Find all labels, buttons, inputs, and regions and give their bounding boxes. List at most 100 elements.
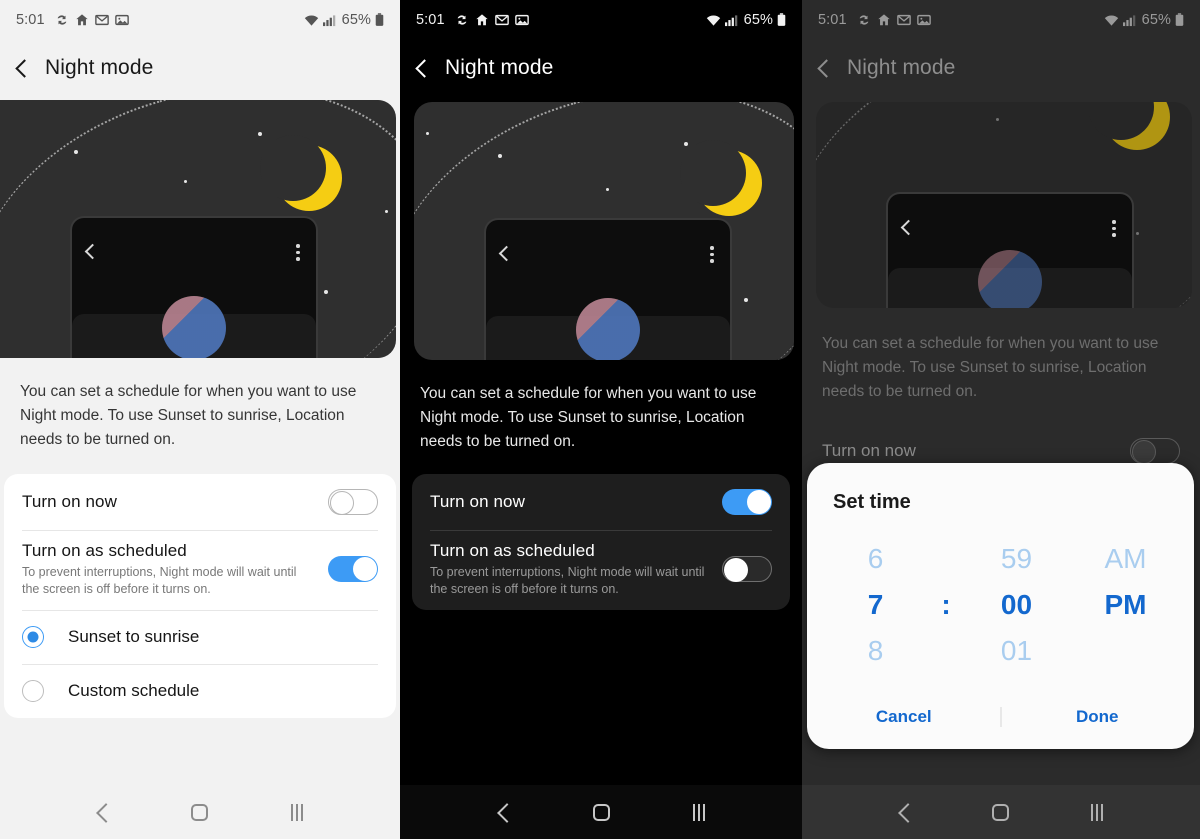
phone-screen-light: 5:01 65% Night mode You can set a schedu… [0,0,400,839]
row-turn-on-as-scheduled[interactable]: Turn on as scheduled To prevent interrup… [412,531,790,610]
phone-screen-set-time: 5:01 65% Night mode You can set a schedu… [802,0,1200,839]
row-title: Turn on as scheduled [430,541,595,561]
star-dot [184,180,187,183]
navigation-bar [0,785,400,839]
minute-column[interactable]: 59 00 01 [962,543,1071,667]
radio-button-selected[interactable] [22,626,44,649]
hour-selected[interactable]: 7 [868,589,884,620]
option-sunset-to-sunrise[interactable]: Sunset to sunrise [4,611,396,664]
action-divider [1000,706,1001,727]
minute-previous[interactable]: 59 [1001,543,1032,574]
cancel-button[interactable]: Cancel [807,707,1001,727]
toggle-turn-on-as-scheduled[interactable] [722,556,772,583]
crescent-moon-icon [680,140,762,216]
minute-selected[interactable]: 00 [1001,589,1032,620]
nav-recents-icon[interactable] [692,803,705,821]
toggle-knob [330,491,354,516]
dialog-actions: Cancel Done [807,685,1194,749]
meridiem-pm[interactable]: PM [1105,589,1147,620]
navigation-bar [400,785,802,839]
app-bar: Night mode [802,40,1200,96]
night-mode-illustration [414,102,794,360]
nav-home-icon[interactable] [191,803,209,821]
status-bar-left: 5:01 [16,12,129,28]
status-bar: 5:01 65% [400,0,802,40]
row-text: Turn on as scheduled To prevent interrup… [22,541,328,598]
more-vertical-icon [710,246,714,264]
battery-percent-label: 65% [341,12,371,28]
app-bar: Night mode [400,40,802,96]
nav-back-icon[interactable] [498,802,510,822]
hour-next[interactable]: 8 [868,636,884,666]
status-bar: 5:01 65% [0,0,400,40]
inner-phone-bar [486,246,730,266]
back-chevron-icon [86,244,95,260]
settings-card: Turn on now Turn on as scheduled To prev… [4,474,396,718]
status-bar-right: 65% [1104,12,1184,28]
meridiem-am[interactable]: AM [1105,543,1147,574]
row-title: Turn on now [822,441,916,461]
status-bar-right: 65% [706,12,786,28]
gmail-icon [94,13,109,27]
minute-next[interactable]: 01 [1001,636,1032,666]
toggle-turn-on-now[interactable] [722,489,772,516]
cellular-signal-icon [322,14,336,27]
nav-home-icon[interactable] [992,803,1010,821]
description-text: You can set a schedule for when you want… [20,383,357,449]
row-turn-on-now[interactable]: Turn on now [4,474,396,530]
star-dot [996,118,999,121]
status-bar: 5:01 65% [802,0,1200,40]
meridiem-column[interactable]: AM PM [1071,543,1180,667]
hour-previous[interactable]: 6 [868,543,884,574]
done-button[interactable]: Done [1001,707,1195,727]
photos-icon [916,13,931,27]
sync-icon [455,13,469,27]
cellular-signal-icon [724,14,738,27]
radio-button[interactable] [22,680,44,703]
nav-home-icon[interactable] [592,803,610,821]
row-turn-on-now[interactable]: Turn on now [412,474,790,530]
settings-card: Turn on now Turn on as scheduled To prev… [412,474,790,610]
wifi-icon [1104,14,1119,27]
hour-column[interactable]: 6 7 8 [821,543,930,667]
colon-label: : [941,589,951,621]
page-title: Night mode [847,56,956,79]
nav-recents-icon[interactable] [1091,803,1104,821]
nav-recents-icon[interactable] [290,803,303,821]
row-text: Turn on as scheduled To prevent interrup… [430,541,722,598]
phone-screen-dark: 5:01 65% Night mode You can set a schedu… [400,0,802,839]
more-vertical-icon [1112,220,1116,238]
description-text: You can set a schedule for when you want… [822,335,1159,401]
home-icon [475,13,489,27]
navigation-bar [802,785,1200,839]
back-chevron-icon[interactable] [16,59,27,78]
star-dot [74,150,78,154]
home-icon [75,13,89,27]
star-dot [385,210,388,213]
photos-icon [514,13,529,27]
toggle-turn-on-now[interactable] [328,489,378,516]
page-title: Night mode [45,56,154,79]
status-bar-right: 65% [304,12,384,28]
battery-icon [777,13,786,27]
row-subtitle: To prevent interruptions, Night mode wil… [22,565,297,596]
wifi-icon [304,14,319,27]
row-text: Turn on now [430,492,722,512]
nav-back-icon[interactable] [899,802,911,822]
star-dot [498,154,502,158]
back-chevron-icon[interactable] [416,59,427,78]
app-bar: Night mode [0,40,400,96]
battery-percent-label: 65% [1141,12,1171,28]
inner-phone-avatar [162,296,226,358]
option-custom-schedule[interactable]: Custom schedule [4,665,396,718]
sync-icon [857,13,871,27]
back-chevron-icon[interactable] [818,59,829,78]
nav-back-icon[interactable] [97,802,109,822]
status-bar-left: 5:01 [818,12,931,28]
gmail-icon [896,13,911,27]
toggle-turn-on-as-scheduled[interactable] [328,556,378,583]
set-time-dialog: Set time 6 7 8 : 59 00 01 AM PM Cancel D… [807,463,1194,749]
toggle-turn-on-now[interactable] [1130,438,1180,465]
star-dot [426,132,429,135]
row-turn-on-as-scheduled[interactable]: Turn on as scheduled To prevent interrup… [4,531,396,610]
